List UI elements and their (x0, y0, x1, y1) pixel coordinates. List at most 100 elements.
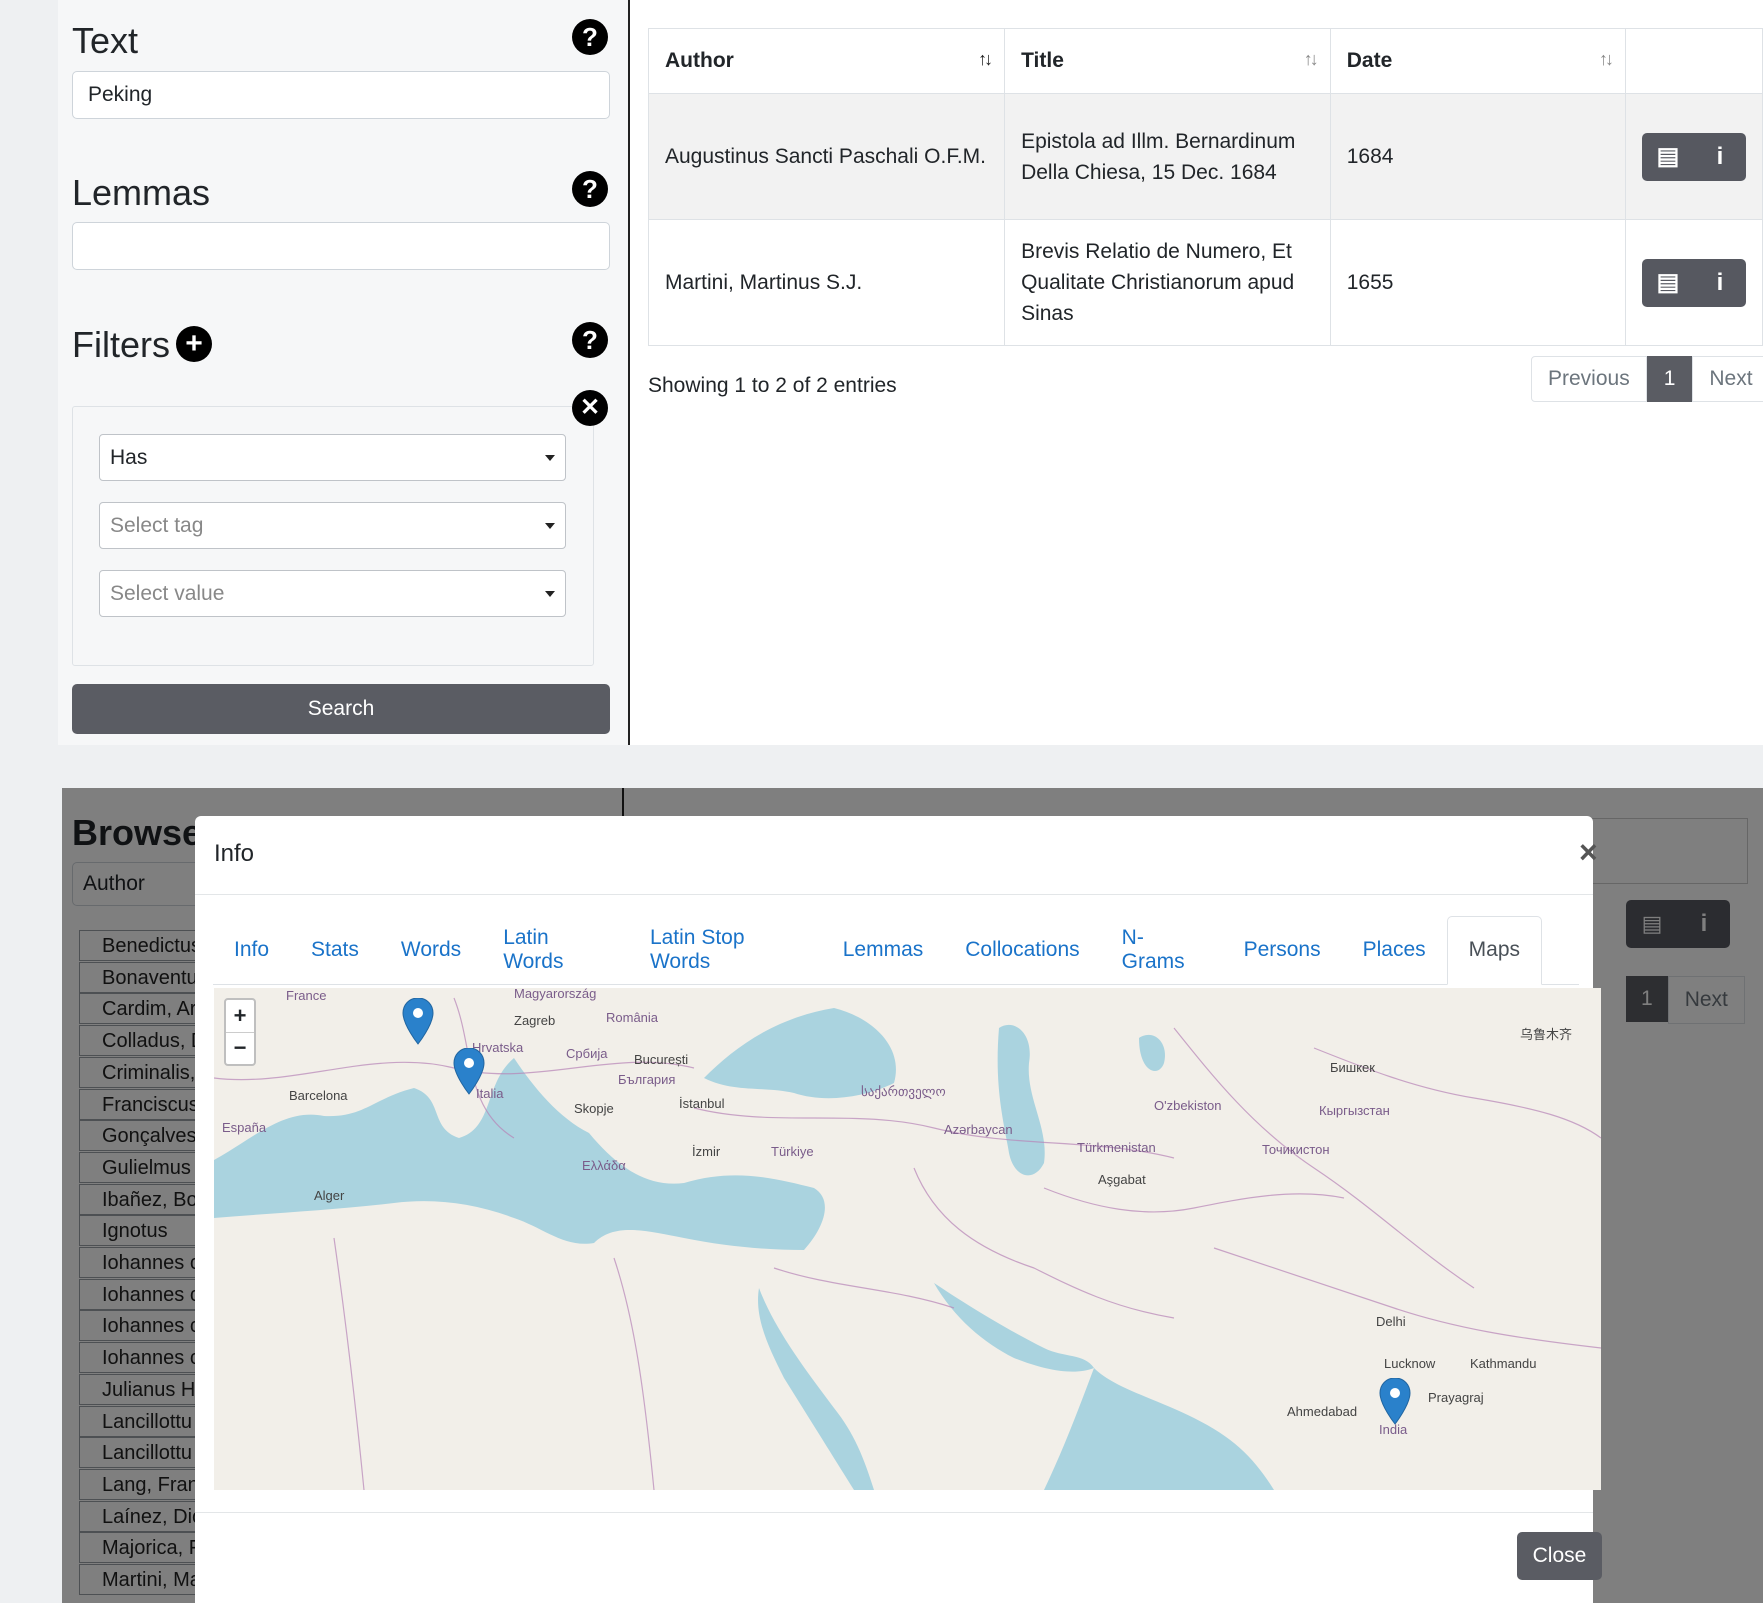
cell-author: Augustinus Sancti Paschali O.F.M. (647, 93, 1006, 220)
document-icon[interactable]: ▤ (1642, 259, 1694, 307)
map-label: Zagreb (514, 1013, 556, 1028)
map-label: Delhi (1376, 1314, 1406, 1329)
zoom-control: + − (224, 998, 256, 1066)
modal-tabs: Info Stats Words Latin Words Latin Stop … (213, 915, 1579, 985)
map-label: Lucknow (1384, 1356, 1436, 1371)
lemmas-input[interactable] (72, 222, 610, 270)
has-select-value: Has (110, 445, 148, 469)
tab-n-grams[interactable]: N-Grams (1101, 916, 1223, 984)
cell-title: Epistola ad Illm. Bernardinum Della Chie… (1004, 93, 1331, 220)
previous-button[interactable]: Previous (1531, 356, 1647, 402)
map-label: Magyarország (514, 988, 597, 1001)
cell-actions: ▤ i (1625, 219, 1763, 346)
column-header-actions (1625, 28, 1763, 94)
sort-icon: ↑↓ (1303, 49, 1319, 69)
cell-date: 1684 (1329, 93, 1627, 220)
help-icon[interactable]: ? (572, 322, 608, 358)
map-label: 乌鲁木齐 (1520, 1027, 1573, 1042)
cell-author: Martini, Martinus S.J. (647, 219, 1006, 346)
table-row: Augustinus Sancti Paschali O.F.M. Episto… (647, 93, 1763, 220)
info-icon[interactable]: i (1694, 259, 1746, 307)
tab-stats[interactable]: Stats (290, 916, 380, 984)
column-header-author[interactable]: Author ↑↓ (647, 28, 1006, 94)
map-marker-icon[interactable] (453, 1048, 485, 1096)
tag-select[interactable]: Select tag (99, 502, 566, 549)
map-label: Türkiye (771, 1144, 814, 1159)
zoom-in-button[interactable]: + (226, 1000, 254, 1033)
remove-filter-icon[interactable]: ✕ (572, 390, 608, 426)
map[interactable]: France Magyarország Zagreb România Hrvat… (214, 988, 1601, 1490)
map-label: București (634, 1052, 689, 1067)
column-header-label: Title (1021, 49, 1064, 72)
close-button[interactable]: Close (1517, 1532, 1602, 1580)
map-label: Azərbaycan (944, 1122, 1013, 1137)
search-button[interactable]: Search (72, 684, 610, 734)
chevron-down-icon (545, 454, 555, 461)
close-icon[interactable]: × (1579, 834, 1598, 871)
chevron-down-icon (545, 590, 555, 597)
tab-latin-words[interactable]: Latin Words (482, 916, 629, 984)
has-select[interactable]: Has (99, 434, 566, 481)
next-button[interactable]: Next (1692, 356, 1763, 402)
map-label: Ahmedabad (1287, 1404, 1358, 1419)
cell-title: Brevis Relatio de Numero, Et Qualitate C… (1004, 219, 1331, 346)
map-label: Prayagraj (1428, 1390, 1484, 1405)
map-label: Србија (566, 1046, 608, 1061)
modal-footer-divider (195, 1512, 1593, 1513)
map-label: O'zbekiston (1154, 1098, 1222, 1113)
map-label: Ελλάδα (582, 1158, 626, 1173)
column-header-label: Author (665, 49, 734, 72)
results-table: Author ↑↓ Title ↑↓ Date ↑↓ Augustinus Sanct… (647, 28, 1763, 346)
map-marker-icon[interactable] (1379, 1378, 1411, 1426)
map-label: Aşgabat (1098, 1172, 1146, 1187)
document-icon[interactable]: ▤ (1642, 133, 1694, 181)
map-label: საქართველო (861, 1084, 946, 1099)
map-marker-icon[interactable] (402, 998, 434, 1046)
info-icon[interactable]: i (1694, 133, 1746, 181)
map-label: Barcelona (289, 1088, 348, 1103)
map-label: İstanbul (679, 1096, 725, 1111)
map-label: İzmir (692, 1144, 721, 1159)
map-label: Türkmenistan (1077, 1140, 1156, 1155)
help-icon[interactable]: ? (572, 171, 608, 207)
entries-info: Showing 1 to 2 of 2 entries (648, 374, 897, 397)
column-header-date[interactable]: Date ↑↓ (1329, 28, 1627, 94)
tab-maps[interactable]: Maps (1446, 915, 1542, 985)
cell-actions: ▤ i (1625, 93, 1763, 220)
tab-persons[interactable]: Persons (1223, 916, 1342, 984)
map-label: България (618, 1072, 676, 1087)
column-header-title[interactable]: Title ↑↓ (1004, 28, 1331, 94)
sort-asc-icon: ↑↓ (978, 49, 993, 69)
tab-words[interactable]: Words (380, 916, 482, 984)
text-heading: Text (72, 20, 139, 61)
help-icon[interactable]: ? (572, 19, 608, 55)
tab-latin-stop-words[interactable]: Latin Stop Words (629, 916, 822, 984)
map-label: Kathmandu (1470, 1356, 1537, 1371)
map-label: Skopje (574, 1101, 614, 1116)
map-label: France (286, 988, 327, 1003)
page-1-button[interactable]: 1 (1646, 356, 1693, 402)
tab-lemmas[interactable]: Lemmas (822, 916, 945, 984)
sort-icon: ↑↓ (1599, 49, 1614, 69)
text-search-input[interactable]: Peking (72, 71, 610, 119)
table-row: Martini, Martinus S.J. Brevis Relatio de… (647, 219, 1763, 346)
map-label: Alger (314, 1188, 345, 1203)
zoom-out-button[interactable]: − (226, 1033, 254, 1065)
add-filter-icon[interactable]: + (176, 326, 212, 362)
cell-date: 1655 (1329, 219, 1627, 346)
row-actions: ▤ i (1642, 132, 1746, 181)
pagination: Previous 1 Next (1531, 356, 1763, 402)
row-actions: ▤ i (1642, 258, 1746, 307)
tab-info[interactable]: Info (213, 916, 290, 984)
tag-select-placeholder: Select tag (110, 513, 204, 537)
info-modal: Info × Info Stats Words Latin Words Lati… (195, 816, 1602, 1603)
value-select[interactable]: Select value (99, 570, 566, 617)
map-label: România (606, 1010, 659, 1025)
tab-collocations[interactable]: Collocations (944, 916, 1100, 984)
column-header-label: Date (1346, 49, 1393, 72)
chevron-down-icon (545, 522, 555, 529)
tab-places[interactable]: Places (1342, 916, 1447, 984)
map-label: Точикистон (1262, 1142, 1330, 1157)
map-label: Кыргызстан (1319, 1103, 1390, 1118)
map-label: Бишкек (1330, 1060, 1375, 1075)
